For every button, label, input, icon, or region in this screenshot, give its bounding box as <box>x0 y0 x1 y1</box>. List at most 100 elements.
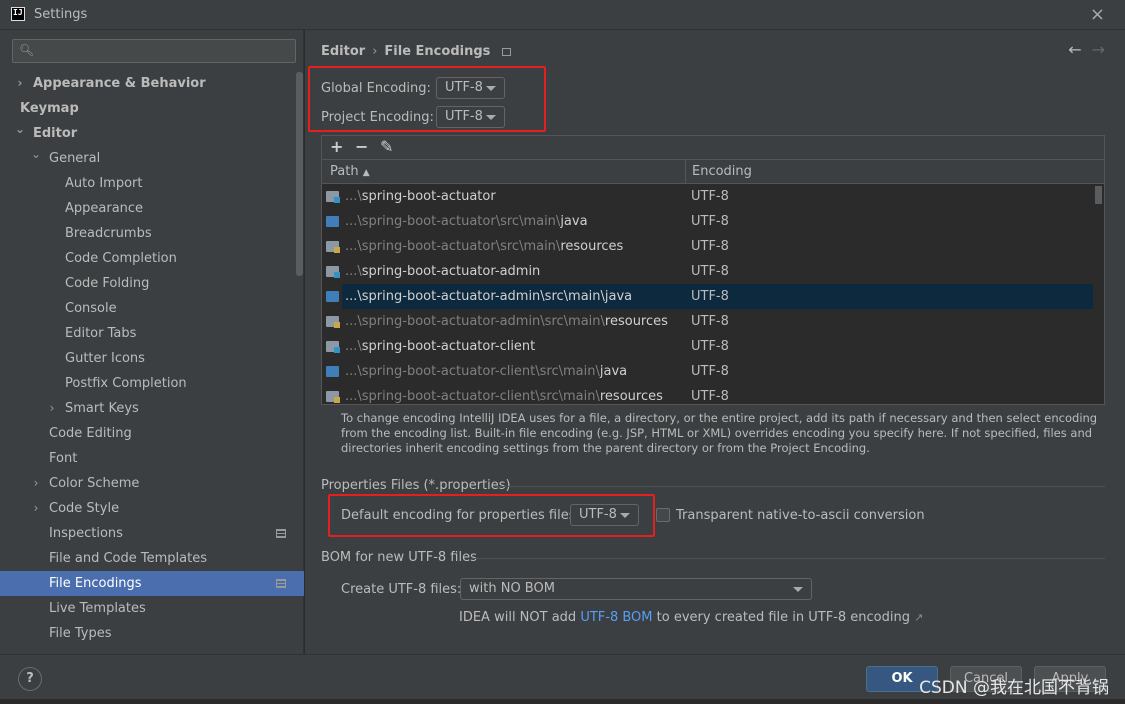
bom-select[interactable]: with NO BOM <box>460 578 812 600</box>
help-text: To change encoding IntelliJ IDEA uses fo… <box>341 411 1098 455</box>
sidebar-item[interactable]: File and Code Templates <box>0 546 294 571</box>
dropdown-arrow-icon <box>793 587 803 592</box>
sidebar-item[interactable]: Inspections <box>0 521 294 546</box>
sidebar-item-label: Editor Tabs <box>65 326 137 341</box>
encoding-cell[interactable]: UTF-8 <box>691 334 729 359</box>
sidebar-item-label: Appearance & Behavior <box>33 76 206 91</box>
column-divider <box>685 160 686 184</box>
sidebar-item-label: File Types <box>49 626 112 641</box>
background-editor-strip <box>0 699 1125 704</box>
table-row[interactable]: ...\spring-boot-actuator-client\src\main… <box>322 359 1104 384</box>
chevron-down-icon[interactable]: ⌄ <box>14 117 26 142</box>
sidebar-item[interactable]: › Smart Keys <box>0 396 294 421</box>
path-dim: spring-boot-actuator-admin\src\main\ <box>361 314 605 329</box>
sidebar-item[interactable]: File Types <box>0 621 294 646</box>
sidebar-item[interactable]: Postfix Completion <box>0 371 294 396</box>
section-separator <box>472 558 1105 559</box>
path-prefix: ...\ <box>345 239 362 254</box>
chevron-right-icon[interactable]: › <box>30 471 42 496</box>
encoding-cell[interactable]: UTF-8 <box>691 384 729 409</box>
sidebar-item[interactable]: › Code Style <box>0 496 294 521</box>
forward-arrow-icon[interactable]: → <box>1092 40 1105 59</box>
edit-icon[interactable]: ✎ <box>380 137 393 156</box>
chevron-right-icon[interactable]: › <box>30 496 42 521</box>
sidebar-item[interactable]: Breadcrumbs <box>0 221 294 246</box>
help-button[interactable]: ? <box>18 667 42 691</box>
transparent-conversion-label[interactable]: Transparent native-to-ascii conversion <box>676 508 925 523</box>
transparent-conversion-checkbox[interactable] <box>656 508 670 522</box>
encoding-cell[interactable]: UTF-8 <box>691 284 729 309</box>
breadcrumb-parent[interactable]: Editor <box>321 44 365 59</box>
sidebar-item-label: Code Completion <box>65 251 177 266</box>
sidebar-item[interactable]: ⌄ General <box>0 146 294 171</box>
sidebar-item[interactable]: Code Completion <box>0 246 294 271</box>
table-row[interactable]: ...\spring-boot-actuator-admin UTF-8 <box>322 259 1104 284</box>
close-icon[interactable]: × <box>1090 4 1105 25</box>
encoding-column-header[interactable]: Encoding <box>692 160 752 184</box>
sidebar-item[interactable]: Code Folding <box>0 271 294 296</box>
add-icon[interactable]: + <box>330 137 343 156</box>
sidebar-item[interactable]: › Color Scheme <box>0 471 294 496</box>
path-prefix: ...\ <box>345 214 362 229</box>
path-bright: resources <box>560 239 624 254</box>
encoding-cell[interactable]: UTF-8 <box>691 309 729 334</box>
sidebar-scrollbar[interactable] <box>296 72 303 276</box>
chevron-down-icon[interactable]: ⌄ <box>30 142 42 167</box>
table-row[interactable]: ...\spring-boot-actuator-client\src\main… <box>322 384 1104 409</box>
back-arrow-icon[interactable]: ← <box>1068 40 1081 59</box>
path-prefix: ...\ <box>345 339 362 354</box>
chevron-right-icon[interactable]: › <box>46 396 58 421</box>
sidebar-item[interactable]: Console <box>0 296 294 321</box>
sidebar-item-label: Code Folding <box>65 276 150 291</box>
encoding-cell[interactable]: UTF-8 <box>691 184 729 209</box>
sidebar-item[interactable]: Editor Tabs <box>0 321 294 346</box>
highlight-box-encodings <box>308 66 546 132</box>
table-row[interactable]: ...\spring-boot-actuator\src\main\java UT… <box>322 209 1104 234</box>
table-header: Path ▲ Encoding <box>322 160 1104 184</box>
external-link-icon: ↗ <box>914 611 924 624</box>
sidebar-item-label: Auto Import <box>65 176 143 191</box>
table-row[interactable]: ...\spring-boot-actuator-admin\src\main\… <box>322 284 1104 309</box>
sidebar-item[interactable]: ⌄ Editor <box>0 121 294 146</box>
sidebar-item[interactable]: File Encodings <box>0 571 304 596</box>
folder-badge-icon <box>334 197 340 203</box>
breadcrumb-current: File Encodings <box>384 44 491 59</box>
path-prefix: ...\ <box>345 264 362 279</box>
table-scrollbar[interactable] <box>1095 186 1102 204</box>
project-level-icon <box>276 579 286 588</box>
table-row[interactable]: ...\spring-boot-actuator-client UTF-8 <box>322 334 1104 359</box>
path-dim: spring-boot-actuator\src\main\ <box>361 239 561 254</box>
chevron-right-icon[interactable]: › <box>14 71 26 96</box>
path-bright: java <box>599 364 628 379</box>
encoding-cell[interactable]: UTF-8 <box>691 209 729 234</box>
sidebar-item[interactable]: Code Editing <box>0 421 294 446</box>
sidebar-item-label: Code Style <box>49 501 120 516</box>
sidebar-item-label: File and Code Templates <box>49 551 207 566</box>
folder-badge-icon <box>334 247 340 253</box>
module-folder-icon <box>326 341 340 353</box>
sidebar-item[interactable]: Font <box>0 446 294 471</box>
sidebar-item[interactable]: Live Templates <box>0 596 294 621</box>
sidebar-item-label: Breadcrumbs <box>65 226 152 241</box>
sidebar-item[interactable]: Gutter Icons <box>0 346 294 371</box>
sidebar-item[interactable]: Keymap <box>0 96 294 121</box>
sidebar-item[interactable]: Appearance <box>0 196 294 221</box>
settings-search-input[interactable]: 🔍︎ <box>12 39 296 63</box>
encoding-cell[interactable]: UTF-8 <box>691 234 729 259</box>
table-row[interactable]: ...\spring-boot-actuator UTF-8 <box>322 184 1104 209</box>
table-row[interactable]: ...\spring-boot-actuator\src\main\resour… <box>322 234 1104 259</box>
settings-sidebar: 🔍︎ › Appearance & Behavior Keymap ⌄ Editor ⌄ G… <box>0 30 304 654</box>
path-column-header[interactable]: Path ▲ <box>330 160 370 185</box>
utf8-bom-link[interactable]: UTF-8 BOM <box>580 610 652 625</box>
sidebar-item[interactable]: › Appearance & Behavior <box>0 71 294 96</box>
table-row[interactable]: ...\spring-boot-actuator-admin\src\main\… <box>322 309 1104 334</box>
sidebar-item-label: Keymap <box>20 101 79 116</box>
settings-content: Editor › File Encodings ← → Global Encoding… <box>305 30 1125 654</box>
sidebar-item[interactable]: Auto Import <box>0 171 294 196</box>
encoding-cell[interactable]: UTF-8 <box>691 359 729 384</box>
bom-info: IDEA will NOT add UTF-8 BOM to every cre… <box>459 610 923 625</box>
breadcrumb-separator: › <box>372 44 378 59</box>
encoding-cell[interactable]: UTF-8 <box>691 259 729 284</box>
page-icon <box>502 47 512 56</box>
remove-icon[interactable]: − <box>355 137 368 156</box>
